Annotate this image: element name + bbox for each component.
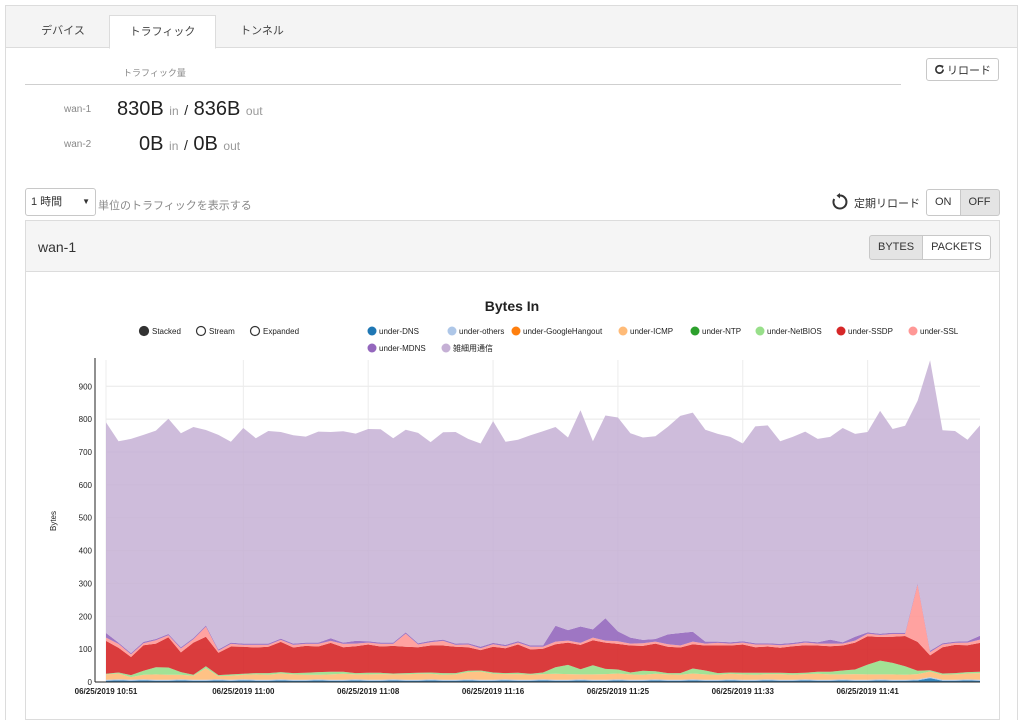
legend-swatch [367,326,377,336]
wan-separator: / [184,102,189,118]
legend-label: under-NetBIOS [767,327,822,336]
wan-in-unit: in [169,139,179,153]
wan-out-unit: out [223,139,241,153]
legend-label: under-ICMP [630,327,673,336]
legend-swatch [836,326,846,336]
wan-stat-row: wan-1 830B in / 836B out [6,98,406,122]
legend-label: under-DNS [379,327,419,336]
area-series [106,360,980,654]
x-tick-label: 06/25/2019 11:16 [462,687,525,696]
refresh-icon [935,64,944,74]
wan-chart-panel: wan-1 BYTES PACKETS Bytes In Stacked Strea… [25,220,1000,720]
wan-out-value: 836B [193,98,241,120]
wan-separator: / [183,137,188,153]
wan-out-unit: out [245,104,263,118]
legend-swatch [447,326,457,336]
legend-swatch [441,343,451,353]
traffic-volume-label: トラフィック量 [123,68,186,78]
x-tick-label: 06/25/2019 11:25 [587,687,650,696]
legend-label: under-others [459,327,504,336]
reload-button-label: リロード [947,64,991,77]
x-tick-label: 06/25/2019 11:33 [712,687,775,696]
time-range-select[interactable]: 1 時間 ▼ [25,188,96,216]
y-tick-label: 800 [79,415,93,424]
tab-device[interactable]: デバイス [20,15,106,49]
x-tick-label: 06/25/2019 11:41 [836,687,899,696]
wan-in-value: 0B [139,133,164,155]
mode-radio-icon [138,325,150,337]
auto-refresh-on-button[interactable]: ON [926,189,961,216]
section-divider [25,84,901,85]
y-axis-label: Bytes [49,511,58,531]
wan-name: wan-1 [64,104,92,115]
y-tick-label: 100 [79,645,93,654]
legend-swatch [908,326,918,336]
traffic-page: デバイス トラフィック トンネル トラフィック量 リロード wan-1 830B… [5,5,1018,720]
auto-refresh-toggle: ON OFF [926,189,1000,216]
chart-title: Bytes In [485,298,539,314]
tab-traffic[interactable]: トラフィック [109,15,216,49]
wan-stat-row: wan-2 0B in / 0B out [6,133,406,157]
wan-traffic-value: 830B in / 836B out [117,98,263,121]
mode-radio-icon [195,325,207,337]
wan-in-value: 830B [117,98,164,120]
legend-label: under-GoogleHangout [523,327,603,336]
y-tick-label: 0 [88,678,93,687]
legend-label: under-SSL [920,327,959,336]
auto-refresh-off-button[interactable]: OFF [960,189,1000,216]
wan-out-value: 0B [193,133,218,155]
legend-swatch [690,326,700,336]
tab-bar: デバイス トラフィック トンネル [6,6,1017,49]
x-tick-label: 06/25/2019 11:08 [337,687,400,696]
wan-name: wan-2 [64,139,92,150]
y-tick-label: 200 [79,612,93,621]
wan-in-unit: in [169,104,179,118]
y-tick-label: 300 [79,579,93,588]
y-tick-label: 400 [79,547,93,556]
legend-swatch [511,326,521,336]
y-tick-label: 600 [79,481,93,490]
legend-swatch [367,343,377,353]
x-tick-label: 06/25/2019 10:51 [75,687,138,696]
legend-label: under-NTP [702,327,741,336]
legend-label: under-MDNS [379,344,426,353]
mode-radio-icon [249,325,261,337]
legend-swatch [618,326,628,336]
auto-refresh-icon [832,193,848,210]
wan-traffic-value: 0B in / 0B out [139,133,240,156]
tab-tunnel[interactable]: トンネル [219,15,305,49]
mode-label: Stacked [152,327,181,336]
reload-button[interactable]: リロード [926,58,999,81]
legend-label: under-SSDP [848,327,893,336]
y-tick-label: 500 [79,514,93,523]
dropdown-caret-icon: ▼ [82,197,90,206]
auto-refresh-label: 定期リロード [854,198,920,210]
y-tick-label: 700 [79,448,93,457]
x-tick-label: 06/25/2019 11:00 [212,687,275,696]
time-range-value: 1 時間 [31,196,63,208]
mode-label: Expanded [263,327,299,336]
legend-label: 雑細用通信 [453,343,493,353]
bytes-in-chart: Bytes In Stacked Stream Expanded under-DNS un… [49,298,980,696]
mode-label: Stream [209,327,235,336]
time-range-note: 単位のトラフィックを表示する [98,200,252,212]
y-tick-label: 900 [79,382,93,391]
legend-swatch [755,326,765,336]
